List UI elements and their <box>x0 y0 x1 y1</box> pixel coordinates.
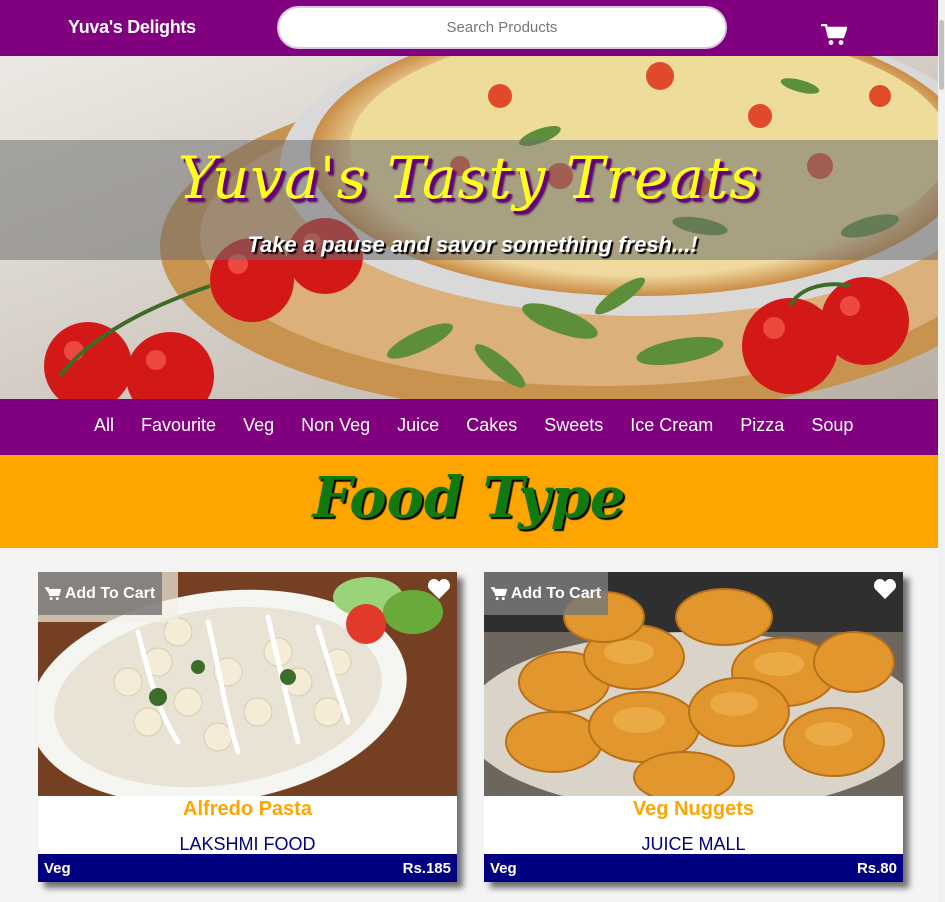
add-to-cart-button[interactable]: Add To Cart <box>484 572 608 615</box>
price-label: Rs.185 <box>402 860 451 877</box>
product-footer: Veg Rs.185 <box>38 854 457 882</box>
category-nav: All Favourite Veg Non Veg Juice Cakes Sw… <box>0 399 938 455</box>
category-soup[interactable]: Soup <box>811 415 853 436</box>
shopping-cart-icon <box>44 586 61 600</box>
food-type-label: Veg <box>490 860 517 877</box>
scrollbar-thumb[interactable] <box>939 20 944 90</box>
category-non-veg[interactable]: Non Veg <box>301 415 370 436</box>
shop-name: LAKSHMI FOOD <box>179 834 316 854</box>
shopping-cart-icon[interactable] <box>821 24 847 46</box>
category-pizza[interactable]: Pizza <box>740 415 784 436</box>
category-veg[interactable]: Veg <box>243 415 274 436</box>
food-type-label: Veg <box>44 860 71 877</box>
hero-subtitle: Take a pause and savor something fresh..… <box>247 232 698 257</box>
category-ice-cream[interactable]: Ice Cream <box>630 415 713 436</box>
shopping-cart-icon <box>490 586 507 600</box>
hero-banner: Yuva's Tasty Treats Take a pause and sav… <box>0 56 938 399</box>
add-to-cart-label: Add To Cart <box>64 584 156 602</box>
add-to-cart-label: Add To Cart <box>510 584 602 602</box>
brand-logo[interactable]: Yuva's Delights <box>68 17 196 38</box>
category-cakes[interactable]: Cakes <box>466 415 517 436</box>
product-card[interactable]: Add To Cart Veg Nuggets JUICE MALL Veg R… <box>484 572 903 882</box>
heart-icon[interactable] <box>427 578 451 600</box>
section-banner: Food Type <box>0 455 938 548</box>
category-favourite[interactable]: Favourite <box>141 415 216 436</box>
price-label: Rs.80 <box>856 860 897 877</box>
scrollbar[interactable] <box>938 0 945 902</box>
category-sweets[interactable]: Sweets <box>544 415 603 436</box>
hero-title: Yuva's Tasty Treats <box>177 144 761 212</box>
page: Yuva's Delights Search Products Yuva's T… <box>0 0 945 902</box>
shop-name: JUICE MALL <box>641 834 746 854</box>
product-name: Veg Nuggets <box>632 798 755 820</box>
category-all[interactable]: All <box>94 415 114 436</box>
search-input[interactable] <box>277 6 727 49</box>
add-to-cart-button[interactable]: Add To Cart <box>38 572 162 615</box>
top-navbar: Yuva's Delights <box>0 0 938 56</box>
product-card[interactable]: Add To Cart Alfredo Pasta LAKSHMI FOOD V… <box>38 572 457 882</box>
heart-icon[interactable] <box>873 578 897 600</box>
category-juice[interactable]: Juice <box>397 415 439 436</box>
product-footer: Veg Rs.80 <box>484 854 903 882</box>
section-title: Food Type <box>312 465 626 531</box>
product-name: Alfredo Pasta <box>183 798 312 820</box>
